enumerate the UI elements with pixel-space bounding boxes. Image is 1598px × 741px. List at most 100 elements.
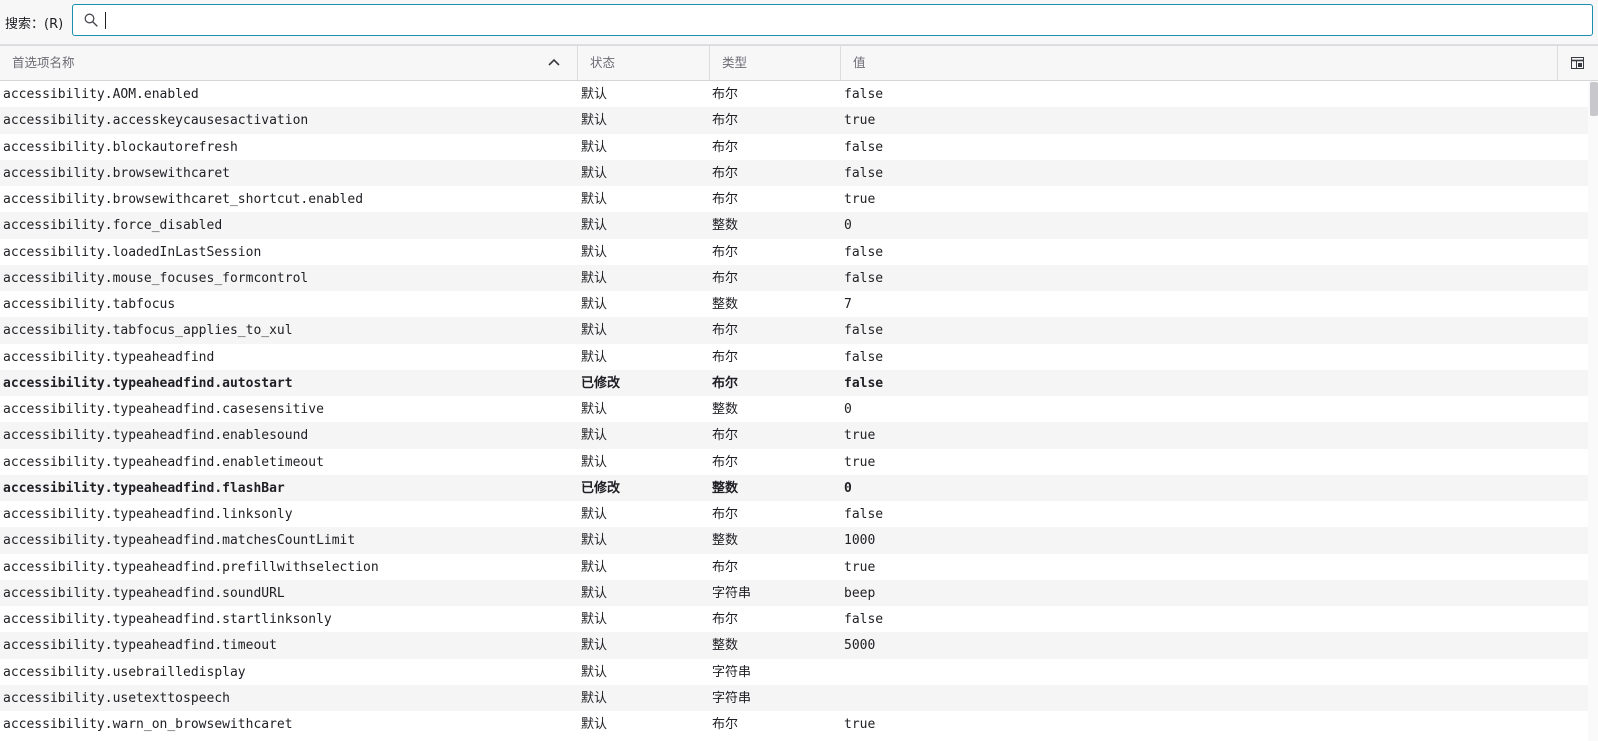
table-row[interactable]: accessibility.accesskeycausesactivation 默…: [0, 107, 1588, 134]
pref-status-cell: 已修改: [581, 375, 621, 391]
pref-value-cell[interactable]: false: [844, 322, 883, 339]
pref-name-cell: accessibility.typeaheadfind.linksonly: [3, 507, 293, 522]
pref-status-cell: 默认: [581, 690, 608, 706]
table-row[interactable]: accessibility.force_disabled 默认 整数 0: [0, 212, 1588, 239]
pref-name-cell: accessibility.browsewithcaret_shortcut.e…: [3, 192, 364, 207]
pref-value-cell[interactable]: false: [844, 165, 883, 182]
pref-status-cell: 默认: [581, 113, 608, 129]
scrollbar-thumb[interactable]: [1590, 82, 1598, 116]
column-header-type-label: 类型: [722, 55, 748, 70]
pref-type-cell: 布尔: [712, 323, 739, 339]
table-row[interactable]: accessibility.typeaheadfind.soundURL 默认 字符…: [0, 579, 1588, 606]
table-row[interactable]: accessibility.typeaheadfind.linksonly 默认 布…: [0, 501, 1588, 527]
pref-value-cell[interactable]: 0: [844, 217, 852, 234]
column-header-name-label: 首选项名称: [12, 55, 75, 70]
pref-value-cell[interactable]: true: [844, 427, 875, 444]
pref-value-cell[interactable]: true: [844, 112, 875, 129]
pref-type-cell: 布尔: [712, 428, 739, 444]
pref-value-cell[interactable]: false: [844, 86, 883, 103]
table-header: 首选项名称 状态 类型 值: [0, 45, 1598, 81]
table-row[interactable]: accessibility.browsewithcaret_shortcut.e…: [0, 186, 1588, 212]
column-header-value-label: 值: [853, 55, 866, 70]
column-header-status-label: 状态: [590, 55, 616, 70]
pref-value-cell[interactable]: true: [844, 191, 875, 208]
pref-value-cell[interactable]: 1000: [844, 532, 875, 549]
pref-status-cell: 默认: [581, 507, 608, 522]
pref-status-cell: 默认: [581, 165, 608, 181]
pref-type-cell: 布尔: [712, 165, 739, 181]
column-header-status[interactable]: 状态: [578, 46, 710, 80]
pref-name-cell: accessibility.loadedInLastSession: [3, 244, 262, 260]
column-picker-icon: [1571, 57, 1584, 69]
table-row[interactable]: accessibility.typeaheadfind.flashBar 已修改 整…: [0, 474, 1588, 501]
pref-type-cell: 布尔: [712, 717, 739, 732]
search-box[interactable]: [72, 4, 1593, 36]
table-row[interactable]: accessibility.usetexttospeech 默认 字符串: [0, 684, 1588, 711]
pref-value-cell[interactable]: false: [844, 139, 883, 156]
pref-value-cell[interactable]: 5000: [844, 637, 875, 654]
column-header-name[interactable]: 首选项名称: [0, 46, 578, 80]
pref-value-cell[interactable]: false: [844, 349, 883, 366]
pref-name-cell: accessibility.usetexttospeech: [3, 690, 230, 706]
pref-status-cell: 默认: [581, 717, 608, 732]
pref-type-cell: 布尔: [712, 375, 739, 391]
table-row[interactable]: accessibility.usebrailledisplay 默认 字符串: [0, 659, 1588, 685]
table-row[interactable]: accessibility.tabfocus_applies_to_xul 默认 布…: [0, 317, 1588, 344]
table-row[interactable]: accessibility.warn_on_browsewithcaret 默认 布…: [0, 711, 1588, 737]
search-input[interactable]: [105, 9, 1575, 31]
table-row[interactable]: accessibility.typeaheadfind.enabletimeou…: [0, 449, 1588, 475]
pref-value-cell[interactable]: false: [844, 375, 883, 392]
pref-value-cell[interactable]: false: [844, 244, 883, 261]
pref-type-cell: 布尔: [712, 454, 739, 470]
column-header-type[interactable]: 类型: [710, 46, 841, 80]
pref-status-cell: 默认: [581, 87, 608, 102]
pref-status-cell: 默认: [581, 612, 608, 627]
pref-name-cell: accessibility.blockautorefresh: [3, 139, 238, 155]
pref-value-cell[interactable]: false: [844, 506, 883, 523]
chevron-up-icon[interactable]: [548, 58, 560, 66]
table-row[interactable]: accessibility.tabfocus 默认 整数 7: [0, 291, 1588, 317]
pref-type-cell: 布尔: [712, 612, 739, 627]
pref-value-cell[interactable]: true: [844, 559, 875, 576]
column-header-value[interactable]: 值: [841, 46, 1558, 80]
pref-name-cell: accessibility.mouse_focuses_formcontrol: [3, 270, 309, 286]
table-row[interactable]: accessibility.blockautorefresh 默认 布尔 false: [0, 134, 1588, 160]
table-row[interactable]: accessibility.loadedInLastSession 默认 布尔 fal…: [0, 239, 1588, 265]
table-row[interactable]: accessibility.browsewithcaret 默认 布尔 false: [0, 159, 1588, 186]
table-row[interactable]: accessibility.typeaheadfind.enablesound 默…: [0, 422, 1588, 449]
table-row[interactable]: accessibility.typeaheadfind.autostart 已修改…: [0, 369, 1588, 396]
table-row[interactable]: accessibility.typeaheadfind.matchesCount…: [0, 527, 1588, 554]
pref-type-cell: 布尔: [712, 192, 739, 207]
pref-type-cell: 整数: [712, 480, 739, 496]
column-picker-button[interactable]: [1558, 46, 1598, 80]
pref-status-cell: 默认: [581, 585, 608, 601]
search-bar: 搜索：(R): [0, 0, 1598, 45]
table-row[interactable]: accessibility.typeaheadfind.startlinkson…: [0, 606, 1588, 632]
pref-value-cell[interactable]: true: [844, 716, 875, 733]
vertical-scrollbar[interactable]: [1588, 81, 1598, 741]
pref-type-cell: 整数: [712, 638, 739, 654]
pref-status-cell: 默认: [581, 559, 608, 575]
pref-value-cell[interactable]: beep: [844, 585, 875, 602]
table-row[interactable]: accessibility.typeaheadfind.casesensitiv…: [0, 396, 1588, 422]
pref-value-cell[interactable]: 0: [844, 480, 852, 497]
pref-value-cell[interactable]: false: [844, 611, 883, 628]
pref-type-cell: 布尔: [712, 507, 739, 522]
pref-value-cell[interactable]: 0: [844, 401, 852, 418]
pref-status-cell: 默认: [581, 192, 608, 207]
table-row[interactable]: accessibility.typeaheadfind 默认 布尔 false: [0, 344, 1588, 370]
pref-value-cell[interactable]: true: [844, 454, 875, 471]
table-row[interactable]: accessibility.AOM.enabled 默认 布尔 false: [0, 81, 1588, 107]
pref-value-cell[interactable]: 7: [844, 296, 852, 313]
pref-status-cell: 已修改: [581, 480, 621, 496]
table-row[interactable]: accessibility.typeaheadfind.timeout 默认 整数 5…: [0, 632, 1588, 659]
pref-name-cell: accessibility.tabfocus: [3, 297, 176, 312]
pref-type-cell: 字符串: [712, 690, 752, 706]
table-row[interactable]: accessibility.mouse_focuses_formcontrol 默…: [0, 264, 1588, 291]
preferences-table-body: accessibility.AOM.enabled 默认 布尔 false access…: [0, 81, 1588, 741]
table-row[interactable]: accessibility.typeaheadfind.prefillwiths…: [0, 554, 1588, 580]
pref-name-cell: accessibility.typeaheadfind.soundURL: [3, 585, 285, 601]
pref-value-cell[interactable]: false: [844, 270, 883, 287]
pref-type-cell: 布尔: [712, 559, 739, 575]
pref-type-cell: 整数: [712, 218, 739, 234]
